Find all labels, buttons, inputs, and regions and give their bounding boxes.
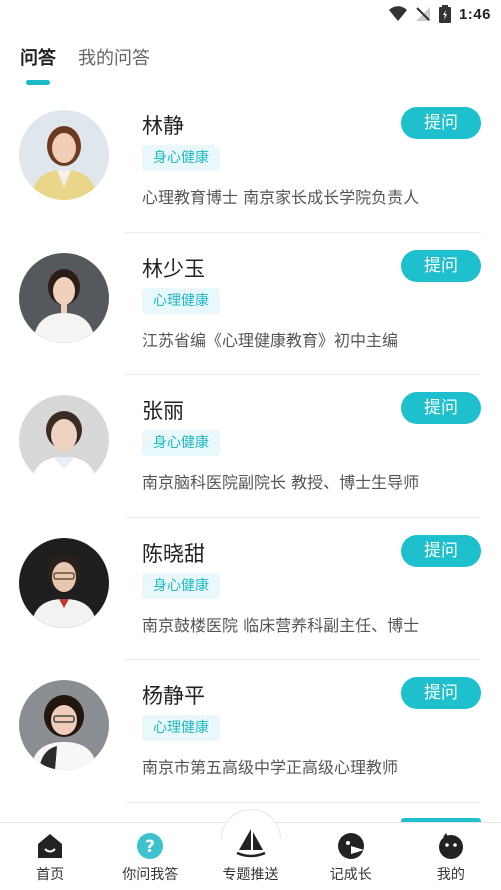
nav-label: 专题推送 <box>222 867 279 883</box>
nav-growth[interactable]: 记成长 <box>301 823 401 890</box>
nav-home[interactable]: 首页 <box>0 823 100 890</box>
list-item[interactable]: 张丽 身心健康 南京脑科医院副院长 教授、博士生导师 提问 <box>0 375 501 518</box>
svg-text:?: ? <box>145 837 155 857</box>
nav-profile[interactable]: 我的 <box>401 823 501 890</box>
home-icon <box>38 834 63 858</box>
expert-name: 陈晓甜 <box>142 541 205 566</box>
nav-label: 首页 <box>36 867 65 883</box>
battery-icon <box>438 5 451 23</box>
divider <box>125 801 481 803</box>
expert-tag: 身心健康 <box>142 430 220 456</box>
expert-description: 南京鼓楼医院 临床营养科副主任、博士 <box>142 615 420 635</box>
status-bar: 1:46 <box>0 0 501 28</box>
top-tabs: 问答 我的问答 <box>0 40 501 90</box>
tab-active-indicator <box>26 80 50 85</box>
expert-name: 张丽 <box>142 399 184 423</box>
nav-label: 记成长 <box>329 867 372 883</box>
expert-tag: 心理健康 <box>142 287 220 314</box>
expert-description: 心理教育博士 南京家长成长学院负责人 <box>142 188 420 207</box>
tab-my-qa[interactable]: 我的问答 <box>78 44 150 70</box>
expert-description: 江苏省编《心理健康教育》初中主编 <box>142 330 399 350</box>
expert-name: 林少玉 <box>142 256 205 281</box>
list-item[interactable]: 林少玉 心理健康 江苏省编《心理健康教育》初中主编 提问 <box>0 233 501 375</box>
avatar <box>19 395 109 485</box>
status-time: 1:46 <box>458 5 491 23</box>
avatar <box>19 680 109 770</box>
expert-name: 林静 <box>142 114 184 138</box>
expert-tag: 身心健康 <box>142 572 220 599</box>
list-item[interactable]: 陈晓甜 身心健康 南京鼓楼医院 临床营养科副主任、博士 提问 <box>0 518 501 660</box>
ask-button[interactable]: 提问 <box>401 107 481 139</box>
expert-description: 南京脑科医院副院长 教授、博士生导师 <box>142 473 420 492</box>
avatar <box>19 110 109 200</box>
avatar <box>19 252 109 343</box>
ask-button[interactable]: 提问 <box>401 392 481 424</box>
nav-topics[interactable]: 专题推送 <box>200 809 300 890</box>
list-item[interactable]: 杨静平 心理健康 南京市第五高级中学正高级心理教师 提问 <box>0 660 501 803</box>
growth-icon <box>337 833 364 859</box>
profile-icon <box>438 833 463 859</box>
bottom-nav: 首页 ? 你问我答 专题推送 记成长 我的 <box>0 809 501 890</box>
ask-button[interactable]: 提问 <box>401 249 481 282</box>
nav-label: 我的 <box>436 867 465 883</box>
nav-label: 你问我答 <box>122 867 179 883</box>
wifi-icon <box>388 6 407 21</box>
ask-button[interactable]: 提问 <box>401 534 481 567</box>
list-item[interactable]: 林静 身心健康 心理教育博士 南京家长成长学院负责人 提问 <box>0 90 501 233</box>
tab-qa[interactable]: 问答 <box>20 44 56 70</box>
expert-description: 南京市第五高级中学正高级心理教师 <box>142 758 399 777</box>
nav-qa[interactable]: ? 你问我答 <box>100 823 200 890</box>
question-icon: ? <box>137 833 164 859</box>
expert-name: 杨静平 <box>142 684 205 708</box>
expert-tag: 身心健康 <box>142 145 220 171</box>
expert-list: 林静 身心健康 心理教育博士 南京家长成长学院负责人 提问 林少玉 心理健康 江… <box>0 90 501 803</box>
no-signal-icon <box>415 7 430 21</box>
expert-tag: 心理健康 <box>142 715 220 741</box>
avatar <box>19 537 109 628</box>
sailboat-icon <box>236 829 265 858</box>
ask-button[interactable]: 提问 <box>401 677 481 709</box>
